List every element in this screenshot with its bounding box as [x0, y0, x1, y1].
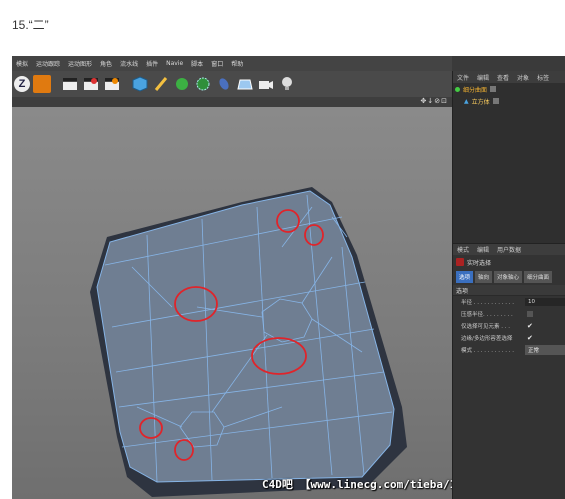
- mode-select[interactable]: 正常: [525, 345, 565, 355]
- menu-item-script[interactable]: 脚本: [187, 59, 207, 68]
- tab-user-data[interactable]: 用户数据: [493, 245, 525, 254]
- subtab-options[interactable]: 选项: [456, 271, 474, 283]
- main-toolbar: Z: [12, 71, 452, 97]
- object-label: 细分曲面: [463, 86, 488, 94]
- cube-icon[interactable]: [131, 75, 149, 93]
- grid-plane-icon[interactable]: [236, 75, 254, 93]
- section-options: 选项: [453, 285, 565, 296]
- tab-mode[interactable]: 模式: [453, 245, 473, 254]
- tab-view[interactable]: 查看: [493, 73, 513, 82]
- tab-edit[interactable]: 编辑: [473, 245, 493, 254]
- c4d-window: 模拟 运动跟踪 运动图形 角色 流水线 插件 Navie 脚本 窗口 帮助 Z …: [12, 56, 565, 499]
- menu-item-motion-tracking[interactable]: 运动跟踪: [32, 59, 64, 68]
- clapboard-icon[interactable]: [82, 75, 100, 93]
- subdivision-icon: [455, 86, 460, 92]
- tab-tags[interactable]: 标签: [533, 73, 553, 82]
- menu-item-help[interactable]: 帮助: [227, 59, 247, 68]
- attribute-manager-tabs: 模式 编辑 用户数据: [453, 243, 565, 255]
- pressure-radius-checkbox[interactable]: [527, 311, 533, 317]
- attribute-subtabs: 选项 轴向 对象轴心 细分曲面: [453, 269, 565, 285]
- bulb-icon[interactable]: [278, 75, 296, 93]
- object-row-subdivision[interactable]: 细分曲面: [453, 83, 565, 95]
- menu-item-simulate[interactable]: 模拟: [12, 59, 32, 68]
- tab-edit[interactable]: 编辑: [473, 73, 493, 82]
- visibility-icon[interactable]: [490, 86, 497, 92]
- visible-only-checkbox[interactable]: ✔: [527, 322, 533, 330]
- orange-box-icon[interactable]: [33, 75, 51, 93]
- prop-radius: 半径 . . . . . . . . . . . . 10: [453, 296, 565, 308]
- tab-object[interactable]: 对象: [513, 73, 533, 82]
- prop-mode: 模式 . . . . . . . . . . . . 正常: [453, 344, 565, 356]
- prop-visible-only: 仅选择可见元素 . . . ✔: [461, 322, 533, 330]
- menu-item-plugins[interactable]: 插件: [142, 59, 162, 68]
- pen-icon[interactable]: [152, 75, 170, 93]
- green-sphere-icon[interactable]: [173, 75, 191, 93]
- menu-item-pipeline[interactable]: 流水线: [116, 59, 142, 68]
- menu-bar: 模拟 运动跟踪 运动图形 角色 流水线 插件 Navie 脚本 窗口 帮助: [12, 56, 452, 71]
- clapboard-icon[interactable]: [103, 75, 121, 93]
- menu-item-mograph[interactable]: 运动图形: [64, 59, 96, 68]
- step-caption: 15.“二”: [12, 18, 49, 32]
- tolerant-selection-checkbox[interactable]: ✔: [527, 334, 533, 342]
- visibility-icon[interactable]: [492, 98, 499, 104]
- tab-file[interactable]: 文件: [453, 73, 473, 82]
- tool-title-label: 实时选择: [467, 259, 492, 267]
- prop-pressure-radius: 压感半径. . . . . . . . .: [453, 308, 565, 320]
- subtab-axis[interactable]: 轴向: [475, 271, 493, 283]
- menu-item-character[interactable]: 角色: [96, 59, 116, 68]
- object-label: 立方体: [471, 98, 490, 106]
- tool-title: 实时选择: [453, 255, 565, 269]
- z-icon[interactable]: Z: [14, 76, 30, 92]
- cube-icon: ▲: [464, 97, 469, 105]
- subtab-object-axis[interactable]: 对象轴心: [494, 271, 523, 283]
- clapboard-icon[interactable]: [61, 75, 79, 93]
- object-manager-tabs: 文件 编辑 查看 对象 标签: [453, 71, 565, 83]
- gear-sphere-icon[interactable]: [194, 75, 212, 93]
- menu-item-navie[interactable]: Navie: [162, 60, 187, 67]
- 3d-viewport[interactable]: [12, 107, 452, 499]
- menu-item-window[interactable]: 窗口: [207, 59, 227, 68]
- right-panel: 文件 编辑 查看 对象 标签 细分曲面 ▲ 立方体 模式 编辑 用户数据 实时选…: [452, 71, 565, 499]
- object-list: 细分曲面 ▲ 立方体: [453, 83, 565, 243]
- viewport-header: ✥↓⊘⊡: [12, 97, 452, 107]
- live-selection-icon: [456, 258, 464, 266]
- camera-icon[interactable]: [257, 75, 275, 93]
- subtab-subdivision[interactable]: 细分曲面: [524, 271, 553, 283]
- mesh-render: [90, 187, 407, 497]
- radius-input[interactable]: 10: [525, 298, 565, 306]
- object-row-cube[interactable]: ▲ 立方体: [453, 95, 565, 107]
- disc-icon[interactable]: [215, 75, 233, 93]
- prop-tolerant-selection: 边缘/多边形容差选择 ✔: [461, 334, 533, 342]
- viewport-nav-icons[interactable]: ✥↓⊘⊡: [421, 97, 448, 105]
